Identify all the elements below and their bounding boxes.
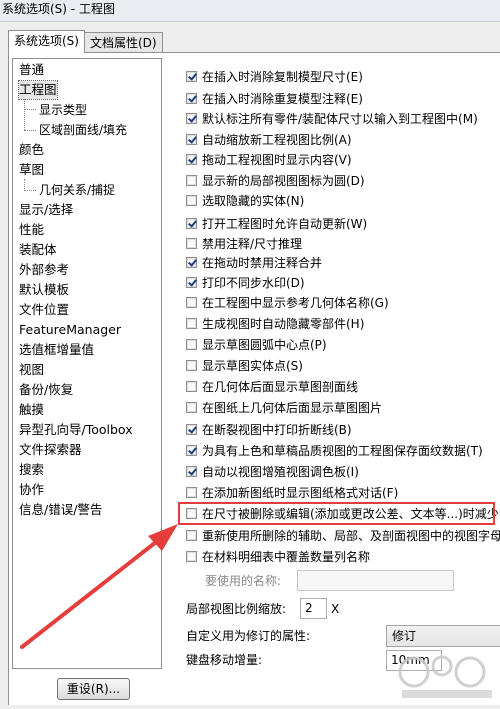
checkbox[interactable]: [186, 195, 197, 206]
revision-property-value: 修订: [392, 629, 417, 643]
option-label: 禁用注释/尺寸推理: [202, 237, 303, 251]
nav-item-relations-snaps[interactable]: 几何关系/捕捉: [39, 181, 115, 199]
tree-connector: [24, 130, 36, 131]
revision-property-label: 自定义用为修订的属性:: [186, 629, 311, 643]
option-label: 默认标注所有零件/装配体尺寸以输入到工程图中(M): [202, 112, 478, 126]
checkbox[interactable]: [186, 113, 197, 124]
option-label: 打开工程图时允许自动更新(W): [202, 217, 368, 231]
nudge-increment-input[interactable]: 10mm: [386, 650, 442, 671]
category-tree: 普通 工程图 显示类型 区域剖面线/填充 颜色 草图 几何关系/捕捉 显示/选择…: [12, 58, 162, 669]
detail-scale-label: 局部视图比例缩放:: [186, 602, 287, 616]
checkbox[interactable]: [186, 154, 197, 165]
option-label: 在工程图中显示参考几何体名称(G): [202, 296, 389, 310]
option-label: 拖动工程视图时显示内容(V): [202, 153, 352, 167]
nav-item-external-references[interactable]: 外部参考: [19, 261, 69, 279]
nav-item-search[interactable]: 搜索: [19, 461, 44, 479]
highlight-box: [178, 502, 495, 525]
option-label: 在添加新图纸时显示图纸格式对话(F): [202, 486, 399, 500]
checkbox[interactable]: [186, 238, 197, 249]
checkbox[interactable]: [186, 134, 197, 145]
checkbox[interactable]: [186, 318, 197, 329]
tab-system-options[interactable]: 系统选项(S): [8, 30, 85, 53]
checkbox[interactable]: [186, 530, 197, 541]
option-label: 在断裂视图中打印折断线(B): [202, 423, 352, 437]
nav-item-file-explorer[interactable]: 文件探索器: [19, 441, 82, 459]
checkbox[interactable]: [186, 551, 197, 562]
checkbox[interactable]: [186, 297, 197, 308]
nudge-increment-label: 键盘移动增量:: [186, 653, 263, 667]
nav-item-display-selection[interactable]: 显示/选择: [19, 201, 73, 219]
option-label: 显示新的局部视图图标为圆(D): [202, 174, 365, 188]
option-label: 在插入时消除复制模型尺寸(E): [202, 70, 363, 84]
nav-item-view[interactable]: 视图: [19, 361, 44, 379]
tab-document-properties[interactable]: 文档属性(D): [84, 32, 163, 52]
checkbox[interactable]: [186, 257, 197, 268]
nav-item-display-style[interactable]: 显示类型: [39, 101, 87, 119]
nav-item-assemblies[interactable]: 装配体: [19, 241, 57, 259]
option-label: 显示草图实体点(S): [202, 359, 303, 373]
checkbox[interactable]: [186, 381, 197, 392]
nav-item-hole-wizard-toolbox[interactable]: 异型孔向导/Toolbox: [19, 421, 133, 439]
detail-scale-unit: X: [331, 602, 340, 616]
checkbox[interactable]: [186, 339, 197, 350]
checkbox[interactable]: [186, 445, 197, 456]
option-label: 显示草图圆弧中心点(P): [202, 338, 327, 352]
nav-item-sketch[interactable]: 草图: [19, 161, 44, 179]
option-label: 在几何体后面显示草图剖面线: [202, 380, 359, 394]
option-label: 自动以视图增殖视图调色板(I): [202, 465, 359, 479]
nav-item-drawings[interactable]: 工程图: [18, 80, 58, 100]
qty-name-input[interactable]: [297, 570, 454, 591]
checkbox[interactable]: [186, 175, 197, 186]
window-title: 系统选项(S) - 工程图: [0, 0, 500, 22]
option-label: 生成视图时自动隐藏零部件(H): [202, 317, 365, 331]
checkbox[interactable]: [186, 402, 197, 413]
checkbox[interactable]: [186, 71, 197, 82]
checkbox[interactable]: [186, 487, 197, 498]
nav-item-default-templates[interactable]: 默认模板: [19, 281, 69, 299]
option-label: 在插入时消除重复模型注释(E): [202, 92, 363, 106]
detail-scale-input[interactable]: 2: [300, 598, 327, 619]
checkbox[interactable]: [186, 360, 197, 371]
option-label: 选取隐藏的实体(N): [202, 194, 305, 208]
tree-connector: [24, 190, 36, 191]
option-label: 自动缩放新工程视图比例(A): [202, 133, 352, 147]
option-label: 重新使用所删除的辅助、局部、及剖面视图中的视图字母: [202, 529, 500, 543]
checkbox[interactable]: [186, 93, 197, 104]
nav-item-spin-box-increments[interactable]: 选值框增量值: [19, 341, 94, 359]
option-label: 为具有上色和草稿品质视图的工程图保存面纹数据(T): [202, 444, 483, 458]
option-label: 在图纸上几何体后面显示草图图片: [202, 401, 383, 415]
checkbox[interactable]: [186, 466, 197, 477]
option-label: 在拖动时禁用注释合并: [202, 256, 323, 270]
checkbox[interactable]: [186, 218, 197, 229]
revision-property-select[interactable]: 修订: [386, 625, 500, 647]
tree-connector: [24, 99, 25, 130]
nav-item-backup-recover[interactable]: 备份/恢复: [19, 381, 73, 399]
nav-item-featuremanager[interactable]: FeatureManager: [19, 321, 121, 339]
option-label: 打印不同步水印(D): [202, 276, 305, 290]
nav-item-messages-errors-warnings[interactable]: 信息/错误/警告: [19, 501, 102, 519]
nav-item-performance[interactable]: 性能: [19, 221, 44, 239]
option-label: 在材料明细表中覆盖数量列名称: [202, 550, 371, 564]
reset-button[interactable]: 重设(R)...: [57, 678, 130, 700]
nav-item-collaboration[interactable]: 协作: [19, 481, 44, 499]
checkbox[interactable]: [186, 424, 197, 435]
nav-item-colors[interactable]: 颜色: [19, 141, 44, 159]
nav-item-area-hatch[interactable]: 区域剖面线/填充: [39, 121, 127, 139]
nav-item-touch[interactable]: 触摸: [19, 401, 44, 419]
nav-item-file-locations[interactable]: 文件位置: [19, 301, 69, 319]
qty-name-label: 要使用的名称:: [205, 574, 282, 588]
checkbox[interactable]: [186, 277, 197, 288]
tree-connector: [24, 109, 36, 110]
nav-item-general[interactable]: 普通: [19, 61, 44, 79]
